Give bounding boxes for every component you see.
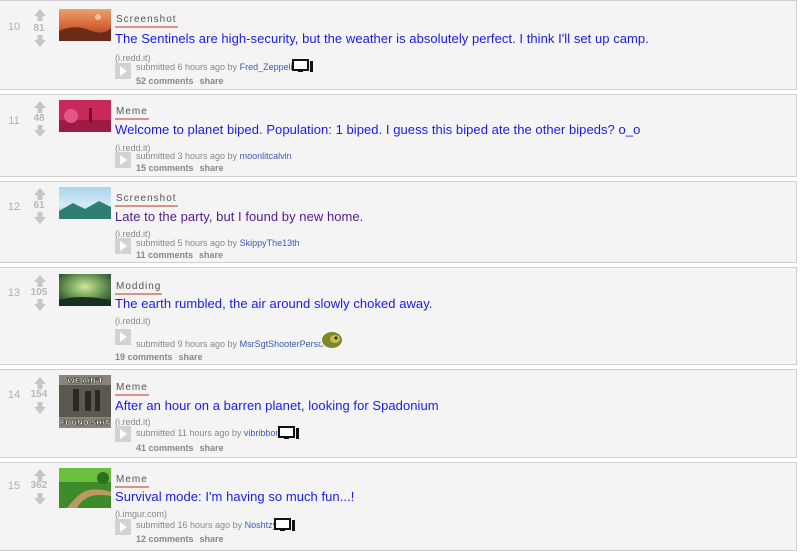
post-title-link[interactable]: Survival mode: I'm having so much fun...… [115,489,354,504]
submitted-text: submitted 6 hours ago by [136,62,238,72]
comments-link[interactable]: 15 comments [136,163,194,173]
post-domain[interactable]: (i.redd.it) [115,316,151,326]
post-title-link[interactable]: The Sentinels are high-security, but the… [115,31,649,46]
post-title-link[interactable]: Late to the party, but I found by new ho… [115,209,363,224]
author-link[interactable]: Noshtzy [245,520,278,530]
post-flair[interactable]: Meme [115,106,149,120]
post-buttons: 52 comments share [136,76,224,86]
post-row: 10 81 Screenshot The Sentinels are high-… [0,0,797,90]
post-flair[interactable]: Meme [115,382,149,396]
expand-media-button[interactable] [115,426,131,442]
author-link[interactable]: Fred_Zeppelin [240,62,298,72]
post-tagline: submitted 3 hours ago by moonlitcalvin [136,151,292,161]
post-feed: 10 81 Screenshot The Sentinels are high-… [0,0,800,553]
thumb-meme-bottom-text: FOUND SHIT [61,419,110,427]
post-rank: 15 [7,480,21,492]
post-tagline: submitted 5 hours ago by SkippyThe13th [136,238,300,248]
post-tagline: submitted 16 hours ago by Noshtzy [136,520,277,530]
upvote-arrow-icon[interactable] [33,376,47,390]
post-thumbnail[interactable]: WE AIN'T FOUND SHIT [59,375,111,428]
author-link[interactable]: moonlitcalvin [240,151,292,161]
post-flair[interactable]: Meme [115,474,149,488]
post-score: 362 [30,480,48,491]
post-rank: 11 [8,115,20,127]
thumb-meme-top-text: WE AIN'T [67,377,103,385]
post-flair[interactable]: Modding [115,281,163,295]
monitor-icon [278,426,300,440]
downvote-arrow-icon[interactable] [33,124,47,138]
share-link[interactable]: share [200,76,224,86]
post-score: 154 [30,389,48,400]
expand-media-button[interactable] [115,519,131,535]
downvote-arrow-icon[interactable] [33,211,47,225]
post-rank: 10 [7,21,21,33]
post-buttons: 19 comments share [115,352,203,362]
post-tagline: submitted 6 hours ago by Fred_Zeppelin [136,62,298,72]
upvote-arrow-icon[interactable] [33,8,47,22]
downvote-arrow-icon[interactable] [33,401,47,415]
post-rank: 14 [7,389,21,401]
post-thumbnail[interactable] [59,100,111,132]
post-domain[interactable]: (i.imgur.com) [115,509,167,519]
post-buttons: 11 comments share [136,250,223,260]
post-title-link[interactable]: The earth rumbled, the air around slowly… [115,296,432,311]
share-link[interactable]: share [200,163,224,173]
comments-link[interactable]: 12 comments [136,534,194,544]
expand-media-button[interactable] [115,238,131,254]
expand-media-button[interactable] [115,63,131,79]
comments-link[interactable]: 41 comments [136,443,194,453]
post-flair[interactable]: Screenshot [115,193,178,207]
post-row: 14 154 WE AIN'T FOUND SHIT Meme After an… [0,369,797,458]
submitted-text: submitted 5 hours ago by [136,238,238,248]
post-flair[interactable]: Screenshot [115,14,178,28]
post-buttons: 12 comments share [136,534,224,544]
upvote-arrow-icon[interactable] [33,274,47,288]
post-row: 15 362 Meme Survival mode: I'm having so… [0,462,797,551]
submitted-text: submitted 11 hours ago by [136,428,242,438]
avatar-icon [320,329,344,349]
author-link[interactable]: MsrSgtShooterPerson [240,339,329,349]
monitor-icon [274,518,296,532]
post-thumbnail[interactable] [59,274,111,306]
downvote-arrow-icon[interactable] [33,298,47,312]
submitted-text: submitted 9 hours ago by [136,339,238,349]
post-thumbnail[interactable] [59,468,111,508]
post-tagline: submitted 9 hours ago by MsrSgtShooterPe… [136,339,328,349]
share-link[interactable]: share [200,443,224,453]
post-title-link[interactable]: After an hour on a barren planet, lookin… [115,398,439,413]
upvote-arrow-icon[interactable] [33,100,47,114]
share-link[interactable]: share [179,352,203,362]
downvote-arrow-icon[interactable] [33,34,47,48]
post-score: 105 [30,287,48,298]
post-score: 61 [33,200,45,211]
post-rank: 13 [7,287,21,299]
post-row: 12 61 Screenshot Late to the party, but … [0,181,797,263]
post-score: 48 [33,113,45,124]
expand-media-button[interactable] [115,329,131,345]
expand-media-button[interactable] [115,152,131,168]
submitted-text: submitted 3 hours ago by [136,151,238,161]
post-title-link[interactable]: Welcome to planet biped. Population: 1 b… [115,122,640,137]
downvote-arrow-icon[interactable] [33,492,47,506]
monitor-icon [292,59,314,73]
comments-link[interactable]: 11 comments [136,250,193,260]
post-thumbnail[interactable] [59,9,111,41]
upvote-arrow-icon[interactable] [33,187,47,201]
post-buttons: 15 comments share [136,163,224,173]
post-row: 11 48 Meme Welcome to planet biped. Popu… [0,94,797,177]
author-link[interactable]: SkippyThe13th [240,238,300,248]
post-rank: 12 [7,201,21,213]
post-score: 81 [33,23,45,34]
comments-link[interactable]: 19 comments [115,352,173,362]
post-tagline: submitted 11 hours ago by vibribbon [136,428,280,438]
author-link[interactable]: vibribbon [244,428,281,438]
comments-link[interactable]: 52 comments [136,76,194,86]
post-buttons: 41 comments share [136,443,224,453]
share-link[interactable]: share [199,250,223,260]
share-link[interactable]: share [200,534,224,544]
submitted-text: submitted 16 hours ago by [136,520,243,530]
post-row: 13 105 Modding The earth rumbled, the ai… [0,267,797,365]
post-thumbnail[interactable] [59,187,111,219]
